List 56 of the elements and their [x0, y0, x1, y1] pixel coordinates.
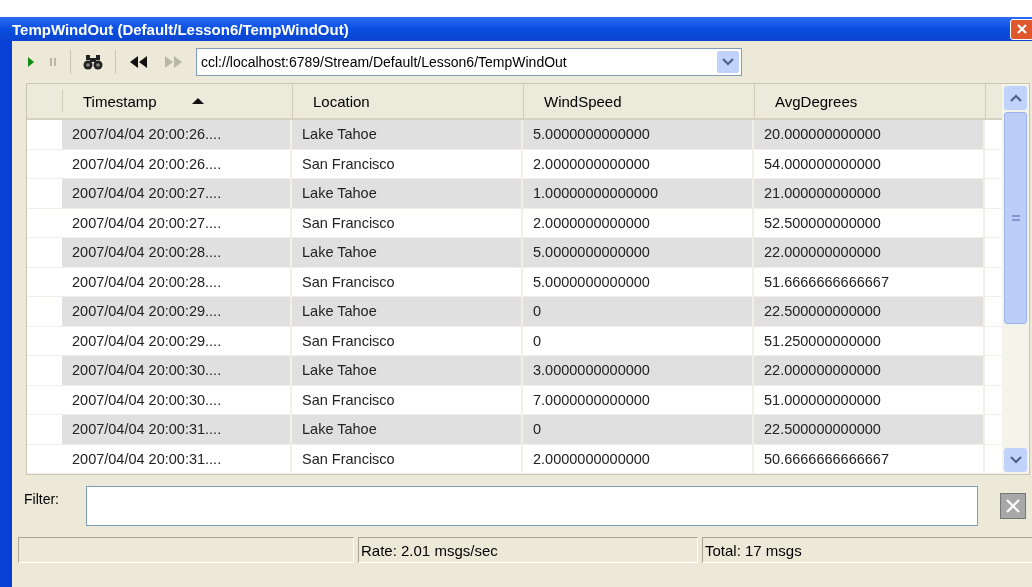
status-text: Rate: 2.01 msgs/sec: [358, 537, 698, 563]
table-cell: 2.0000000000000: [523, 444, 754, 473]
table-cell: Lake Tahoe: [292, 356, 523, 385]
chevron-up-icon: [1009, 94, 1022, 102]
stream-url-dropdown[interactable]: ccl://localhost:6789/Stream/Default/Lesson6/TempWindOut: [196, 48, 742, 76]
table-cell: 2007/04/04 20:00:27....: [62, 179, 292, 208]
table-cell: 2007/04/04 20:00:26....: [62, 120, 292, 149]
table-cell: Lake Tahoe: [292, 120, 523, 149]
table-cell: Lake Tahoe: [292, 238, 523, 267]
table-cell: 22.500000000000: [754, 297, 985, 326]
table-cell: 5.0000000000000: [523, 120, 754, 149]
table-cell: 22.000000000000: [754, 238, 985, 267]
close-icon: [1006, 499, 1020, 513]
clear-filter-button[interactable]: [1000, 493, 1026, 519]
table-cell: 1.00000000000000: [523, 179, 754, 208]
scroll-down-button[interactable]: [1004, 448, 1027, 472]
chevron-down-icon: [722, 58, 734, 66]
table-cell: 22.000000000000: [754, 356, 985, 385]
table-cell: 5.0000000000000: [523, 238, 754, 267]
table-cell: 2007/04/04 20:00:29....: [62, 297, 292, 326]
table-cell: Lake Tahoe: [292, 415, 523, 444]
table-cell: 22.500000000000: [754, 415, 985, 444]
table-cell: Lake Tahoe: [292, 297, 523, 326]
grip-icon: [1010, 215, 1021, 221]
table-cell: Lake Tahoe: [292, 179, 523, 208]
table-cell: 0: [523, 415, 754, 444]
chevron-down-icon: [1009, 456, 1022, 464]
binoculars-icon: [83, 54, 103, 70]
filter-label: Filter:: [24, 491, 60, 507]
close-button[interactable]: [1010, 18, 1032, 40]
table-cell: 2007/04/04 20:00:31....: [62, 444, 292, 473]
table-cell: San Francisco: [292, 444, 523, 473]
vertical-scrollbar[interactable]: [1002, 84, 1029, 474]
scroll-up-button[interactable]: [1004, 86, 1027, 110]
table-cell: 2007/04/04 20:00:28....: [62, 238, 292, 267]
table-cell: 0: [523, 297, 754, 326]
column-header[interactable]: AvgDegrees: [755, 84, 986, 118]
status-text: Total: 17 msgs: [702, 537, 1032, 563]
table-cell: 2007/04/04 20:00:30....: [62, 356, 292, 385]
sort-ascending-icon: [190, 97, 205, 105]
table-cell: 21.000000000000: [754, 179, 985, 208]
table-cell: 2007/04/04 20:00:31....: [62, 415, 292, 444]
table-cell: 3.0000000000000: [523, 356, 754, 385]
column-header[interactable]: Location: [293, 84, 524, 118]
play-icon: [26, 55, 36, 69]
rewind-icon: [128, 55, 150, 69]
column-header[interactable]: Timestamp: [63, 84, 293, 118]
pause-icon: [48, 55, 58, 69]
window-title: TempWindOut (Default/Lesson6/TempWindOut): [12, 20, 349, 38]
table-cell: 50.6666666666667: [754, 444, 985, 473]
column-header[interactable]: WindSpeed: [524, 84, 755, 118]
table-cell: 20.000000000000: [754, 120, 985, 149]
fast-forward-icon: [162, 55, 184, 69]
scroll-thumb[interactable]: [1004, 112, 1027, 324]
close-icon: [1017, 24, 1027, 34]
filter-field[interactable]: [86, 486, 978, 526]
